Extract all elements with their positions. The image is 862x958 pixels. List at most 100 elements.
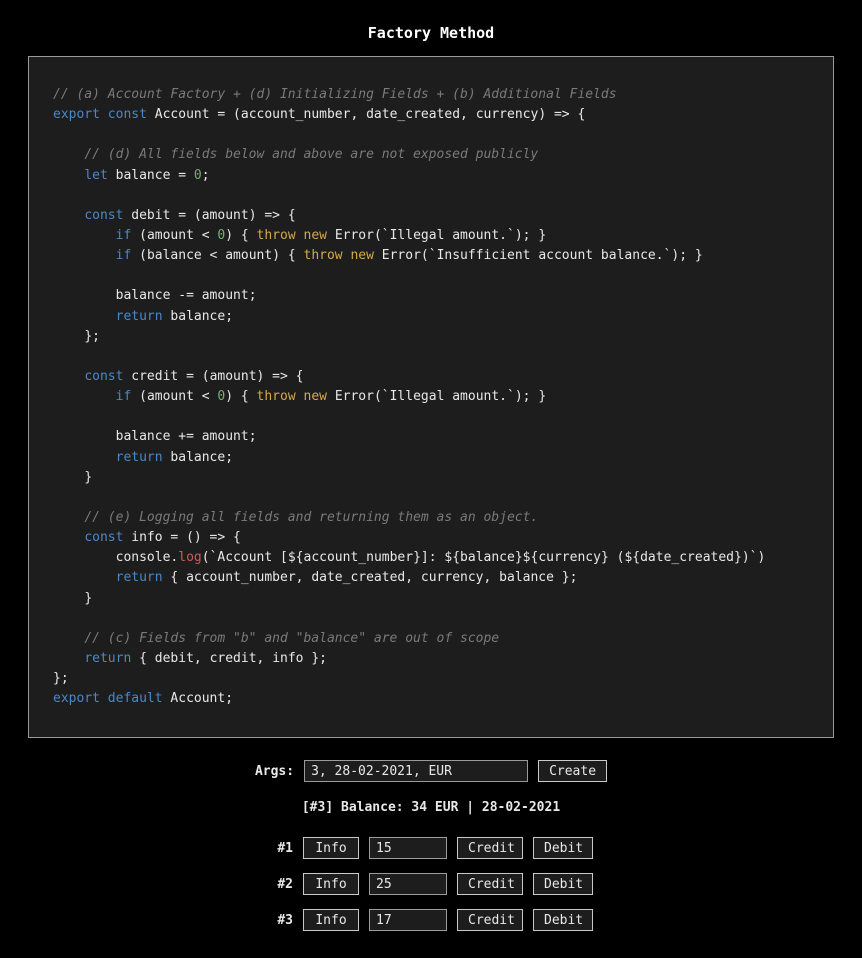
code-keyword: return <box>116 450 163 465</box>
amount-input[interactable] <box>369 837 447 859</box>
code-identifier: debit <box>131 208 170 223</box>
code-punct: }; <box>84 329 100 344</box>
code-comment: // (e) Logging all fields and returning … <box>84 510 538 525</box>
code-punct: = ( <box>170 208 201 223</box>
debit-button[interactable]: Debit <box>533 873 593 895</box>
code-keyword: const <box>84 369 123 384</box>
code-panel: // (a) Account Factory + (d) Initializin… <box>28 56 834 738</box>
code-punct: += <box>170 429 201 444</box>
code-identifier: currency <box>476 107 539 122</box>
status-line: [#3] Balance: 34 EUR | 28-02-2021 <box>0 800 862 815</box>
code-punct: ( <box>139 389 147 404</box>
code-keyword: export <box>53 691 100 706</box>
code-punct: ; <box>249 429 257 444</box>
code-keyword: let <box>84 168 107 183</box>
code-keyword: return <box>84 651 131 666</box>
code-identifier: currency <box>538 550 601 565</box>
code-punct: }; <box>554 570 577 585</box>
code-punct: , <box>257 651 273 666</box>
code-identifier: amount <box>147 228 194 243</box>
code-identifier: Account <box>155 107 210 122</box>
code-punct: } <box>515 550 523 565</box>
code-keyword: throw <box>304 248 343 263</box>
args-input[interactable] <box>304 760 528 782</box>
code-punct: ) => { <box>257 369 304 384</box>
code-identifier: date_created <box>366 107 460 122</box>
code-identifier: Error <box>382 248 421 263</box>
code-punct: ) => { <box>538 107 585 122</box>
amount-input[interactable] <box>369 909 447 931</box>
code-punct: < <box>194 228 217 243</box>
code-identifier: credit <box>131 369 178 384</box>
code-punct: } <box>84 591 92 606</box>
code-punct: ); } <box>515 389 546 404</box>
amount-input[interactable] <box>369 873 447 895</box>
info-button[interactable]: Info <box>303 909 359 931</box>
code-keyword: const <box>108 107 147 122</box>
code-string: `Illegal amount.` <box>382 228 515 243</box>
code-identifier: balance <box>460 550 515 565</box>
code-identifier: amount <box>225 248 272 263</box>
debit-button[interactable]: Debit <box>533 837 593 859</box>
code-punct: ; <box>249 288 257 303</box>
code-identifier: console <box>116 550 171 565</box>
code-punct: = ( <box>210 107 241 122</box>
code-keyword: throw <box>257 389 296 404</box>
info-button[interactable]: Info <box>303 873 359 895</box>
code-keyword: default <box>108 691 163 706</box>
code-identifier: account_number <box>241 107 351 122</box>
code-punct: ) => { <box>249 208 296 223</box>
code-identifier: info <box>131 530 162 545</box>
code-identifier: amount <box>147 389 194 404</box>
code-identifier: date_created <box>640 550 734 565</box>
code-identifier: Error <box>335 389 374 404</box>
code-punct: }; <box>53 671 69 686</box>
code-punct: ${ <box>288 550 304 565</box>
info-button[interactable]: Info <box>303 837 359 859</box>
code-comment: // (a) Account Factory + (d) Initializin… <box>53 87 617 102</box>
code-method: log <box>178 550 201 565</box>
credit-button[interactable]: Credit <box>457 909 523 931</box>
code-punct: }; <box>304 651 327 666</box>
code-keyword: const <box>84 208 123 223</box>
debit-button[interactable]: Debit <box>533 909 593 931</box>
code-identifier: amount <box>202 429 249 444</box>
code-identifier: balance <box>116 168 171 183</box>
code-identifier: date_created <box>311 570 405 585</box>
code-punct: = <box>170 168 193 183</box>
code-keyword: new <box>350 248 373 263</box>
code-identifier: account_number <box>186 570 296 585</box>
code-comment: // (c) Fields from "b" and "balance" are… <box>84 631 499 646</box>
code-keyword: new <box>304 389 327 404</box>
code-string: `Insufficient account balance.` <box>429 248 672 263</box>
code-string: `Account [ <box>210 550 288 565</box>
credit-button[interactable]: Credit <box>457 837 523 859</box>
code-keyword: new <box>304 228 327 243</box>
code-punct: < <box>202 248 225 263</box>
code-punct: ; <box>225 450 233 465</box>
code-punct: } <box>84 470 92 485</box>
code-punct: ); } <box>515 228 546 243</box>
credit-button[interactable]: Credit <box>457 873 523 895</box>
account-row-index: #1 <box>269 841 293 856</box>
account-row: #1 Info Credit Debit <box>0 837 862 859</box>
code-keyword: if <box>116 248 132 263</box>
code-identifier: Error <box>335 228 374 243</box>
code-identifier: balance <box>170 309 225 324</box>
args-label: Args: <box>255 764 294 779</box>
controls-section: Args: Create [#3] Balance: 34 EUR | 28-0… <box>0 760 862 931</box>
code-punct: ; <box>202 168 210 183</box>
code-punct: , <box>484 570 500 585</box>
code-identifier: currency <box>421 570 484 585</box>
code-punct: ); } <box>671 248 702 263</box>
code-identifier: balance <box>499 570 554 585</box>
code-identifier: amount <box>210 369 257 384</box>
code-punct: = ( <box>178 369 209 384</box>
code-punct: ${ <box>523 550 539 565</box>
code-identifier: amount <box>202 208 249 223</box>
code-identifier: account_number <box>304 550 414 565</box>
code-punct: { <box>131 651 154 666</box>
code-keyword: if <box>116 389 132 404</box>
create-button[interactable]: Create <box>538 760 607 782</box>
account-row-index: #3 <box>269 913 293 928</box>
